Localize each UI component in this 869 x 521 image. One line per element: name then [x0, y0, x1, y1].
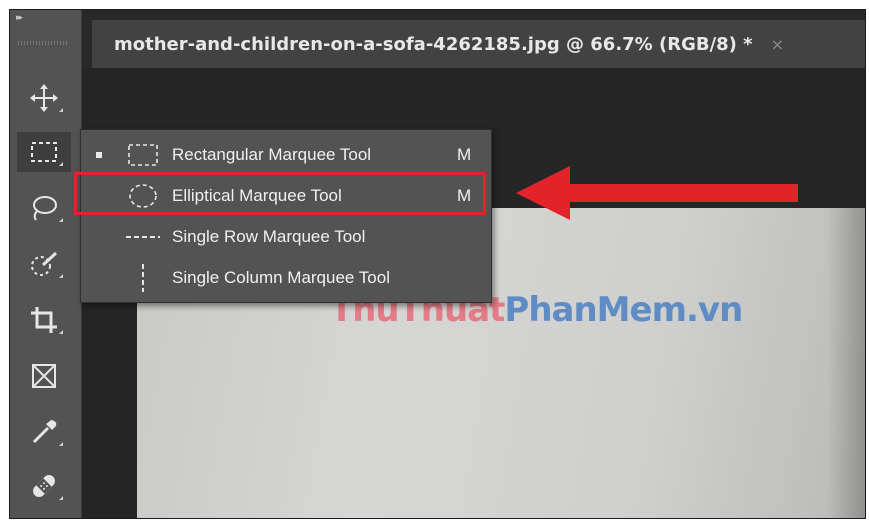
quick-selection-icon — [31, 251, 58, 276]
document-tab[interactable]: mother-and-children-on-a-sofa-4262185.jp… — [92, 20, 865, 68]
single-row-marquee-icon — [125, 224, 161, 250]
healing-brush-tool[interactable] — [17, 466, 71, 506]
menu-item-rectangular-marquee[interactable]: Rectangular Marquee Tool M — [81, 135, 491, 175]
rectangular-marquee-icon — [125, 142, 161, 168]
move-tool[interactable] — [17, 78, 71, 118]
tools-panel: ▸▸ — [10, 10, 82, 518]
frame-tool[interactable] — [17, 356, 71, 396]
tool-group-indicator — [59, 108, 63, 112]
panel-grip[interactable] — [18, 41, 68, 45]
menu-item-single-row-marquee[interactable]: Single Row Marquee Tool — [81, 217, 491, 257]
eyedropper-tool[interactable] — [17, 412, 71, 452]
marquee-tool-flyout: Rectangular Marquee Tool M Elliptical Ma… — [80, 129, 492, 303]
watermark-part2: PhanMem.vn — [504, 290, 743, 330]
close-icon[interactable]: × — [771, 35, 784, 54]
highlight-box — [74, 172, 486, 215]
tool-group-indicator — [59, 274, 63, 278]
tool-group-indicator — [59, 218, 63, 222]
selected-indicator — [96, 152, 102, 158]
lasso-icon — [33, 196, 57, 221]
menu-item-label: Single Column Marquee Tool — [172, 268, 390, 287]
menu-item-single-column-marquee[interactable]: Single Column Marquee Tool — [81, 258, 491, 298]
shortcut-key: M — [457, 145, 472, 164]
eyedropper-icon — [32, 420, 57, 444]
single-column-marquee-icon — [125, 264, 161, 292]
frame-icon — [32, 364, 56, 388]
bandage-icon — [33, 475, 55, 497]
menu-item-label: Single Row Marquee Tool — [172, 227, 366, 246]
quick-selection-tool[interactable] — [17, 244, 71, 284]
image-shading — [827, 208, 865, 518]
document-title: mother-and-children-on-a-sofa-4262185.jp… — [114, 33, 753, 55]
document-tab-bar: mother-and-children-on-a-sofa-4262185.jp… — [82, 10, 865, 68]
collapse-panel-icon[interactable]: ▸▸ — [16, 13, 23, 23]
crop-tool[interactable] — [17, 300, 71, 340]
crop-icon — [31, 307, 57, 333]
tool-group-indicator — [59, 162, 63, 166]
tool-group-indicator — [59, 496, 63, 500]
menu-item-label: Rectangular Marquee Tool — [172, 145, 372, 164]
tool-group-indicator — [59, 330, 63, 334]
red-arrow-icon — [516, 166, 798, 220]
move-icon — [30, 84, 58, 112]
lasso-tool[interactable] — [17, 188, 71, 228]
tool-group-indicator — [59, 442, 63, 446]
marquee-tool[interactable] — [17, 132, 71, 172]
rectangular-marquee-icon — [31, 142, 57, 162]
